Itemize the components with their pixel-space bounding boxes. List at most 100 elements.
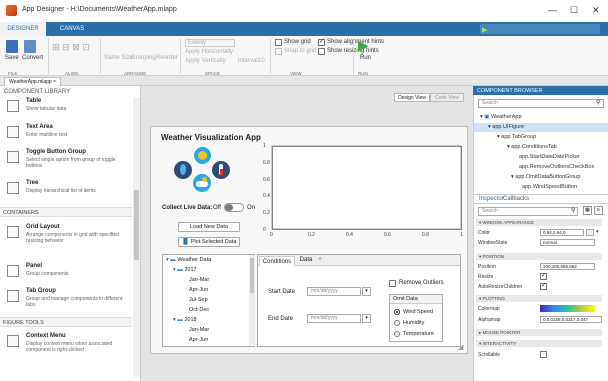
wind-speed-radio[interactable] [394,309,400,315]
weather-data-tree[interactable]: ▾ ▬ Weather Data ▾ ▬ 2017 Jan-Mar Apr-Ju… [162,254,255,347]
show-alignment-checkbox[interactable]: ✓ [318,39,325,46]
library-item-table[interactable]: Table Show tabular data [4,98,132,118]
tab-conditions[interactable]: Conditions [259,256,295,266]
temperature-radio[interactable] [394,331,400,337]
minimize-icon[interactable]: — [548,5,557,15]
scrollable-checkbox[interactable] [540,351,547,358]
show-resizing-checkbox[interactable] [318,48,325,55]
end-date-input[interactable]: mm/dd/yyyy [307,314,361,323]
plot-selected-data-button[interactable]: ▐▌ Plot Selected Data [178,237,240,247]
library-item-text-area[interactable]: Text Area Enter multiline text [4,124,132,144]
maximize-icon[interactable]: ☐ [570,5,578,16]
browser-node-windspeed[interactable]: app.WindSpeedButton [522,184,577,190]
browser-node-omitdata[interactable]: ▾ app.OmitDataButtonGroup [511,174,580,180]
tab-canvas[interactable]: CANVAS [52,22,92,36]
color-value[interactable]: 0.94,0.94,0 [540,229,584,236]
resize-checkbox[interactable]: ✓ [540,273,547,280]
document-tab[interactable]: WeatherApp.mlapp × [4,77,62,86]
tree-scrollbar[interactable] [249,255,255,346]
section-plotting[interactable]: ▾ PLOTTING [476,295,602,302]
tab-inspector[interactable]: Inspector [479,196,504,202]
space-dropdown[interactable]: Evenly [185,39,235,47]
browser-node-tabgroup[interactable]: ▾ app.TabGroup [497,134,536,140]
interval-field[interactable]: 10 [258,58,265,64]
section-mouse-pointer[interactable]: ▸ MOUSE POINTER [476,329,602,336]
tree-node-quarter[interactable]: Oct-Dec [189,307,209,313]
browser-node-weatherapp[interactable]: ▾ ▣ WeatherApp [480,114,522,120]
align-icons[interactable]: ⊞ ⊟ ⊠ ⊡ [52,42,90,53]
containers-header[interactable]: CONTAINERS [0,207,132,217]
library-item-tab-group[interactable]: Tab Group Group and manage components in… [4,288,132,314]
section-interactivity[interactable]: ▾ INTERACTIVITY [476,340,602,347]
tab-data[interactable]: Data [297,257,315,263]
browser-node-conditionstab[interactable]: ▾ app.ConditionsTab [507,144,557,150]
autoresize-checkbox[interactable]: ✓ [540,283,547,290]
browser-search-input[interactable]: Search [478,99,604,108]
color-label: Color [478,230,490,236]
design-view-button[interactable]: Design View [394,93,430,102]
convert-button[interactable]: Convert [22,55,43,61]
tree-node-root[interactable]: ▾ ▬ Weather Data [166,257,211,263]
close-icon[interactable]: ✕ [592,5,600,16]
tab-callbacks[interactable]: Callbacks [503,196,529,202]
wind-speed-label: Wind Speed [403,309,433,315]
figure-tools-header[interactable]: FIGURE TOOLS [0,317,132,327]
add-tab-icon[interactable]: + [318,256,322,263]
quick-access-toolbar[interactable] [480,24,600,34]
reorder-button[interactable]: Reorder [156,55,178,61]
plot-axes[interactable] [271,145,462,230]
library-item-panel[interactable]: Panel Group components [4,263,132,283]
convert-icon[interactable] [24,40,36,53]
colormap-bar[interactable] [540,305,595,312]
browser-node-startdate[interactable]: app.StartDateDatePicker [519,154,580,160]
tree-node-quarter[interactable]: Jan-Mar [189,277,209,283]
live-data-switch[interactable] [224,203,244,212]
apply-horizontally-button[interactable]: Apply Horizontally [185,49,233,55]
library-item-tree[interactable]: Tree Display hierarchical list of items [4,180,132,204]
start-date-input[interactable]: mm/dd/yyyy [307,287,361,296]
run-quick-icon[interactable]: ▶ [482,26,487,34]
tree-node-quarter[interactable]: Jul-Sep [189,297,208,303]
same-size-button[interactable]: Same Size [104,55,133,61]
save-icon[interactable] [6,40,18,53]
browser-node-uifigure[interactable]: ▾ app.UIFigure [488,124,524,130]
library-item-grid-layout[interactable]: Grid Layout Arrange components in grid w… [4,224,132,252]
snap-grid-checkbox[interactable] [275,48,282,55]
list-view-icon[interactable]: ≡ [594,206,603,215]
load-new-data-button[interactable]: Load New Data [178,222,240,232]
search-icon[interactable]: ⚲ [596,99,600,106]
library-item-context-menu[interactable]: Context Menu Display context menu when a… [4,333,132,367]
grid-view-icon[interactable]: ▦ [583,206,592,215]
tree-node-quarter[interactable]: Jan-Mar [189,327,209,333]
end-date-calendar-icon[interactable]: ▾ [362,314,371,323]
windowstate-select[interactable]: normal [540,239,595,246]
tree-node-quarter[interactable]: Apr-Jun [189,337,208,343]
apply-vertically-button[interactable]: Apply Vertically [185,58,226,64]
remove-outliers-checkbox[interactable] [389,280,396,287]
inspector-search-icon[interactable]: ⚲ [571,207,575,214]
tree-node-year[interactable]: ▾ ▬ 2017 [173,267,197,273]
tab-designer[interactable]: DESIGNER [0,22,46,36]
humidity-radio[interactable] [394,320,400,326]
run-button[interactable]: Run [360,55,371,61]
code-view-button[interactable]: Code View [430,93,464,102]
library-item-toggle-button-group[interactable]: Toggle Button Group Select single option… [4,149,132,175]
resize-grip-icon[interactable]: ◢ [458,343,463,351]
close-tab-icon[interactable]: × [53,79,56,85]
section-position[interactable]: ▾ POSITION [476,253,602,260]
section-window-appearance[interactable]: ▾ WINDOW APPEARANCE [476,219,602,226]
start-date-calendar-icon[interactable]: ▾ [362,287,371,296]
alphamap-value[interactable]: 0,0.0159,0.0317,0.047 [540,316,602,323]
tree-node-quarter[interactable]: Apr-Jun [189,287,208,293]
tree-node-year[interactable]: ▾ ▬ 2018 [173,317,197,323]
color-swatch[interactable] [586,229,594,236]
library-scroll-thumb[interactable] [134,190,139,260]
show-grid-checkbox[interactable] [275,39,282,46]
color-dropdown-icon[interactable]: ▾ [596,229,599,235]
browser-node-removeoutliers[interactable]: app.RemoveOutliersCheckBox [519,164,594,170]
position-value[interactable]: 100,100,656,562 [540,263,595,270]
inspector-search-input[interactable]: Search [478,207,578,216]
save-button[interactable]: Save [5,55,19,61]
grouping-button[interactable]: Grouping [131,55,156,61]
run-icon[interactable]: ▶ [358,37,369,54]
